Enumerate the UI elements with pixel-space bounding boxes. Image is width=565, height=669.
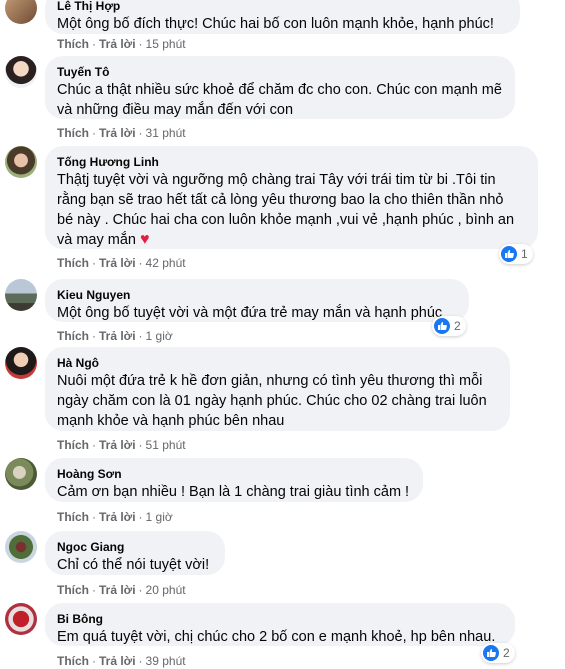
comment-bubble: Hà Ngô Nuôi một đứa trẻ k hề đơn giản, n…: [45, 347, 510, 431]
reply-button[interactable]: Trả lời: [99, 37, 136, 51]
comment-text: Chúc a thật nhiều sức khoẻ để chăm đc ch…: [57, 82, 502, 118]
like-button[interactable]: Thích: [57, 654, 89, 668]
comment-bubble: Tống Hương Linh Thậtj tuyệt vời và ngưỡn…: [45, 146, 538, 249]
comment-time[interactable]: 1 giờ: [146, 510, 173, 524]
reply-button[interactable]: Trả lời: [99, 256, 136, 270]
comment-time[interactable]: 31 phút: [146, 126, 186, 140]
reaction-count[interactable]: 2: [432, 316, 466, 336]
reply-button[interactable]: Trả lời: [99, 654, 136, 668]
like-button[interactable]: Thích: [57, 126, 89, 140]
comment-author[interactable]: Tuyến Tô: [57, 64, 503, 80]
heart-icon: ♥: [140, 231, 150, 248]
comment-bubble: Lê Thị Hợp Một ông bố đích thực! Chúc ha…: [45, 0, 520, 34]
comment-actions: Thích · Trả lời · 39 phút: [57, 654, 186, 668]
comment-author[interactable]: Hoàng Sơn: [57, 466, 411, 482]
comment-text: Em quá tuyệt vời, chị chúc cho 2 bố con …: [57, 629, 496, 645]
comment-time[interactable]: 20 phút: [146, 583, 186, 597]
comment-actions: Thích · Trả lời · 42 phút: [57, 256, 186, 270]
comment-actions: Thích · Trả lời · 51 phút: [57, 438, 186, 452]
reply-button[interactable]: Trả lời: [99, 510, 136, 524]
comment-time[interactable]: 51 phút: [146, 438, 186, 452]
comment-bubble: Ngoc Giang Chỉ có thể nói tuyệt vời!: [45, 531, 225, 575]
comment-author[interactable]: Lê Thị Hợp: [57, 0, 508, 14]
reply-button[interactable]: Trả lời: [99, 329, 136, 343]
like-button[interactable]: Thích: [57, 438, 89, 452]
comment-bubble: Kieu Nguyen Một ông bố tuyệt vời và một …: [45, 279, 469, 322]
comment-text: Chỉ có thể nói tuyệt vời!: [57, 557, 210, 573]
reply-button[interactable]: Trả lời: [99, 438, 136, 452]
comment-actions: Thích · Trả lời · 15 phút: [57, 37, 186, 51]
avatar[interactable]: [5, 347, 37, 379]
comment-text: Nuôi một đứa trẻ k hề đơn giản, nhưng có…: [57, 373, 487, 429]
reply-button[interactable]: Trả lời: [99, 583, 136, 597]
comment-time[interactable]: 1 giờ: [146, 329, 173, 343]
comment-text: Cảm ơn bạn nhiều ! Bạn là 1 chàng trai g…: [57, 484, 410, 500]
comment-bubble: Hoàng Sơn Cảm ơn bạn nhiều ! Bạn là 1 ch…: [45, 458, 423, 502]
comment-time[interactable]: 39 phút: [146, 654, 186, 668]
comment-text: Thậtj tuyệt vời và ngưỡng mộ chàng trai …: [57, 172, 515, 248]
reaction-count[interactable]: 2: [481, 643, 515, 663]
comment-text: Một ông bố tuyệt vời và một đứa trẻ may …: [57, 305, 443, 321]
comment-bubble: Bi Bông Em quá tuyệt vời, chị chúc cho 2…: [45, 603, 515, 646]
comment-author[interactable]: Kieu Nguyen: [57, 287, 457, 303]
comment-actions: Thích · Trả lời · 20 phút: [57, 583, 186, 597]
comment-time[interactable]: 15 phút: [146, 37, 186, 51]
comment-author[interactable]: Tống Hương Linh: [57, 154, 526, 170]
avatar[interactable]: [5, 56, 37, 88]
reaction-count[interactable]: 1: [499, 244, 533, 264]
comment-bubble: Tuyến Tô Chúc a thật nhiều sức khoẻ để c…: [45, 56, 515, 119]
reply-button[interactable]: Trả lời: [99, 126, 136, 140]
comment-actions: Thích · Trả lời · 1 giờ: [57, 329, 173, 343]
like-button[interactable]: Thích: [57, 256, 89, 270]
avatar[interactable]: [5, 0, 37, 24]
comment-time[interactable]: 42 phút: [146, 256, 186, 270]
comment-text: Một ông bố đích thực! Chúc hai bố con lu…: [57, 16, 494, 32]
avatar[interactable]: [5, 531, 37, 563]
like-button[interactable]: Thích: [57, 329, 89, 343]
like-button[interactable]: Thích: [57, 583, 89, 597]
comment-actions: Thích · Trả lời · 1 giờ: [57, 510, 173, 524]
like-button[interactable]: Thích: [57, 37, 89, 51]
avatar[interactable]: [5, 458, 37, 490]
comment-author[interactable]: Bi Bông: [57, 611, 503, 627]
avatar[interactable]: [5, 603, 37, 635]
like-icon: [501, 246, 517, 262]
like-button[interactable]: Thích: [57, 510, 89, 524]
like-icon: [483, 645, 499, 661]
comment-author[interactable]: Hà Ngô: [57, 355, 498, 371]
avatar[interactable]: [5, 279, 37, 311]
like-icon: [434, 318, 450, 334]
avatar[interactable]: [5, 146, 37, 178]
comment-author[interactable]: Ngoc Giang: [57, 539, 213, 555]
comment-actions: Thích · Trả lời · 31 phút: [57, 126, 186, 140]
